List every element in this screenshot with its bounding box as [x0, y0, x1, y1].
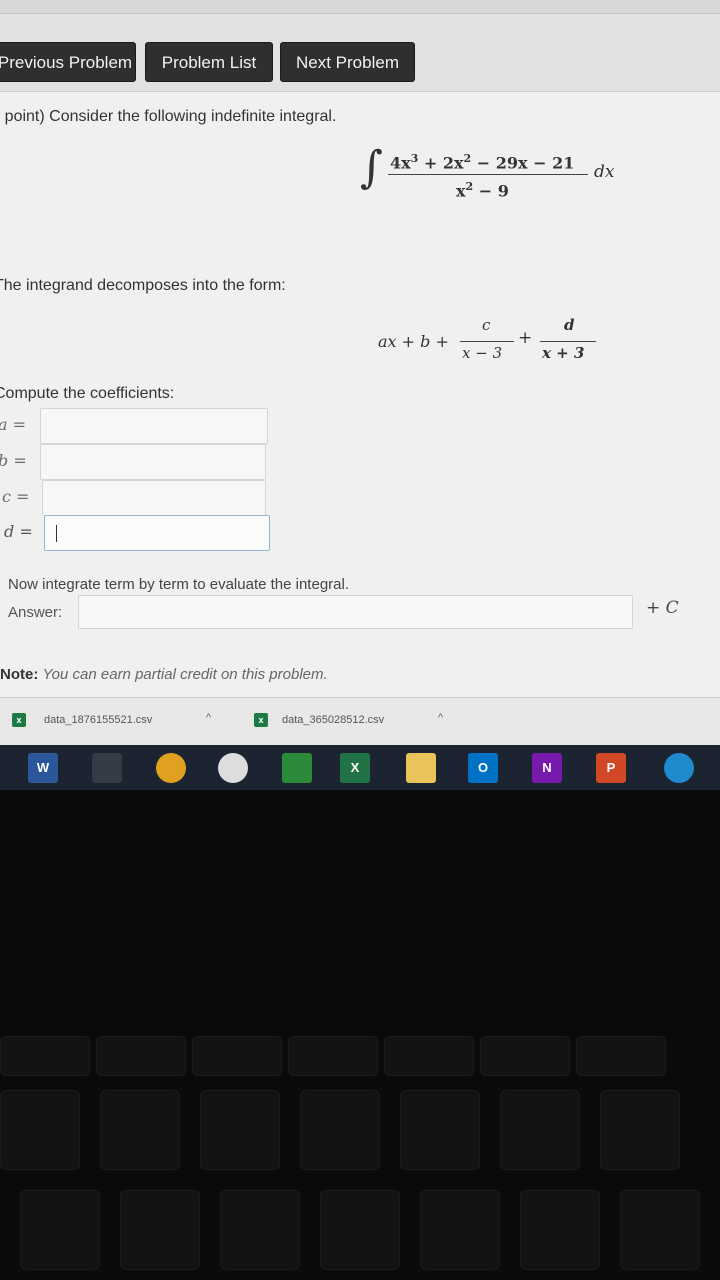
form-plus: + — [518, 328, 533, 348]
coefficient-a-input[interactable] — [40, 408, 268, 444]
chevron-up-icon[interactable]: ^ — [438, 712, 443, 724]
powerpoint-icon[interactable]: P — [596, 753, 626, 783]
keyboard-key — [600, 1090, 680, 1170]
problem-header: (1 point) Consider the following indefin… — [0, 108, 337, 125]
browser-screen: Previous Problem Problem List Next Probl… — [0, 0, 720, 790]
keyboard-key — [320, 1190, 400, 1270]
chrome-icon[interactable] — [218, 753, 248, 783]
keyboard-key — [400, 1090, 480, 1170]
problem-list-button[interactable]: Problem List — [145, 42, 273, 82]
media-player-icon[interactable] — [156, 753, 186, 783]
label-b: b = — [0, 451, 27, 470]
keyboard-key — [96, 1036, 186, 1076]
keyboard-key — [120, 1190, 200, 1270]
edge-icon[interactable] — [664, 753, 694, 783]
csv-file-icon: x — [254, 713, 268, 727]
frac1-denominator: x − 3 — [462, 344, 503, 362]
camera-icon[interactable] — [92, 753, 122, 783]
download-item-2[interactable]: data_365028512.csv — [282, 714, 384, 726]
outlook-icon[interactable]: O — [468, 753, 498, 783]
csv-file-icon: x — [12, 713, 26, 727]
keyboard-key — [500, 1090, 580, 1170]
problem-body: (1 point) Consider the following indefin… — [0, 92, 720, 697]
frac2-denominator: x + 3 — [542, 344, 585, 362]
keyboard-key — [520, 1190, 600, 1270]
note-label: Note: — [0, 666, 39, 683]
keyboard-key — [220, 1190, 300, 1270]
word-icon[interactable]: W — [28, 753, 58, 783]
onenote-icon[interactable]: N — [532, 753, 562, 783]
label-d: d = — [4, 522, 33, 541]
download-item-1[interactable]: data_1876155521.csv — [44, 714, 152, 726]
keyboard-key — [288, 1036, 378, 1076]
previous-problem-button[interactable]: Previous Problem — [0, 42, 136, 82]
integrand-denominator: x2 − 9 — [456, 180, 509, 201]
excel-icon[interactable]: X — [340, 753, 370, 783]
differential: dx — [594, 162, 615, 182]
frac1-bar — [460, 341, 514, 342]
chevron-up-icon[interactable]: ^ — [206, 712, 211, 724]
coefficient-d-input[interactable] — [44, 515, 270, 551]
next-problem-button[interactable]: Next Problem — [280, 42, 415, 82]
note-text: You can earn partial credit on this prob… — [42, 666, 328, 683]
answer-label: Answer: — [8, 604, 63, 621]
coefficient-b-input[interactable] — [40, 444, 266, 480]
frac2-numerator: d — [564, 316, 575, 334]
decompose-text: The integrand decomposes into the form: — [0, 277, 286, 294]
frac1-numerator: c — [482, 316, 491, 334]
keyboard-key — [384, 1036, 474, 1076]
integrate-text: Now integrate term by term to evaluate t… — [8, 576, 350, 593]
file-explorer-icon[interactable] — [406, 753, 436, 783]
label-c: c = — [2, 487, 30, 506]
coefficient-c-input[interactable] — [42, 480, 266, 516]
windows-taskbar: WXONP — [0, 745, 720, 790]
keyboard-key — [20, 1190, 100, 1270]
keyboard-key — [620, 1190, 700, 1270]
decomposition-form: ax + b + c x − 3 + d x + 3 — [378, 314, 618, 370]
note: Note: You can earn partial credit on thi… — [0, 666, 328, 683]
laptop-body — [0, 790, 720, 1280]
label-a: a = — [0, 415, 27, 434]
plus-c: + C — [646, 598, 679, 618]
keyboard-key — [300, 1090, 380, 1170]
problem-navigation-bar: Previous Problem Problem List Next Probl… — [0, 14, 720, 92]
answer-input[interactable] — [78, 595, 633, 629]
keyboard-key — [200, 1090, 280, 1170]
keyboard-key — [480, 1036, 570, 1076]
form-lead: ax + b + — [378, 332, 449, 351]
keyboard-key — [420, 1190, 500, 1270]
frac2-bar — [540, 341, 596, 342]
coefficients-heading: Compute the coefficients: — [0, 385, 175, 402]
keyboard-key — [100, 1090, 180, 1170]
integrand-numerator: 4x3 + 2x2 − 29x − 21 — [390, 152, 575, 173]
integral-sign: ∫ — [360, 142, 383, 193]
integral-expression: ∫ 4x3 + 2x2 − 29x − 21 x2 − 9 dx — [360, 142, 660, 212]
keyboard-key — [576, 1036, 666, 1076]
keyboard-key — [0, 1036, 90, 1076]
fraction-bar — [388, 174, 588, 175]
browser-top-strip — [0, 0, 720, 14]
store-icon[interactable] — [282, 753, 312, 783]
keyboard-key — [0, 1090, 80, 1170]
keyboard-key — [192, 1036, 282, 1076]
text-caret — [56, 525, 57, 542]
downloads-bar: x data_1876155521.csv ^ x data_365028512… — [0, 697, 720, 745]
